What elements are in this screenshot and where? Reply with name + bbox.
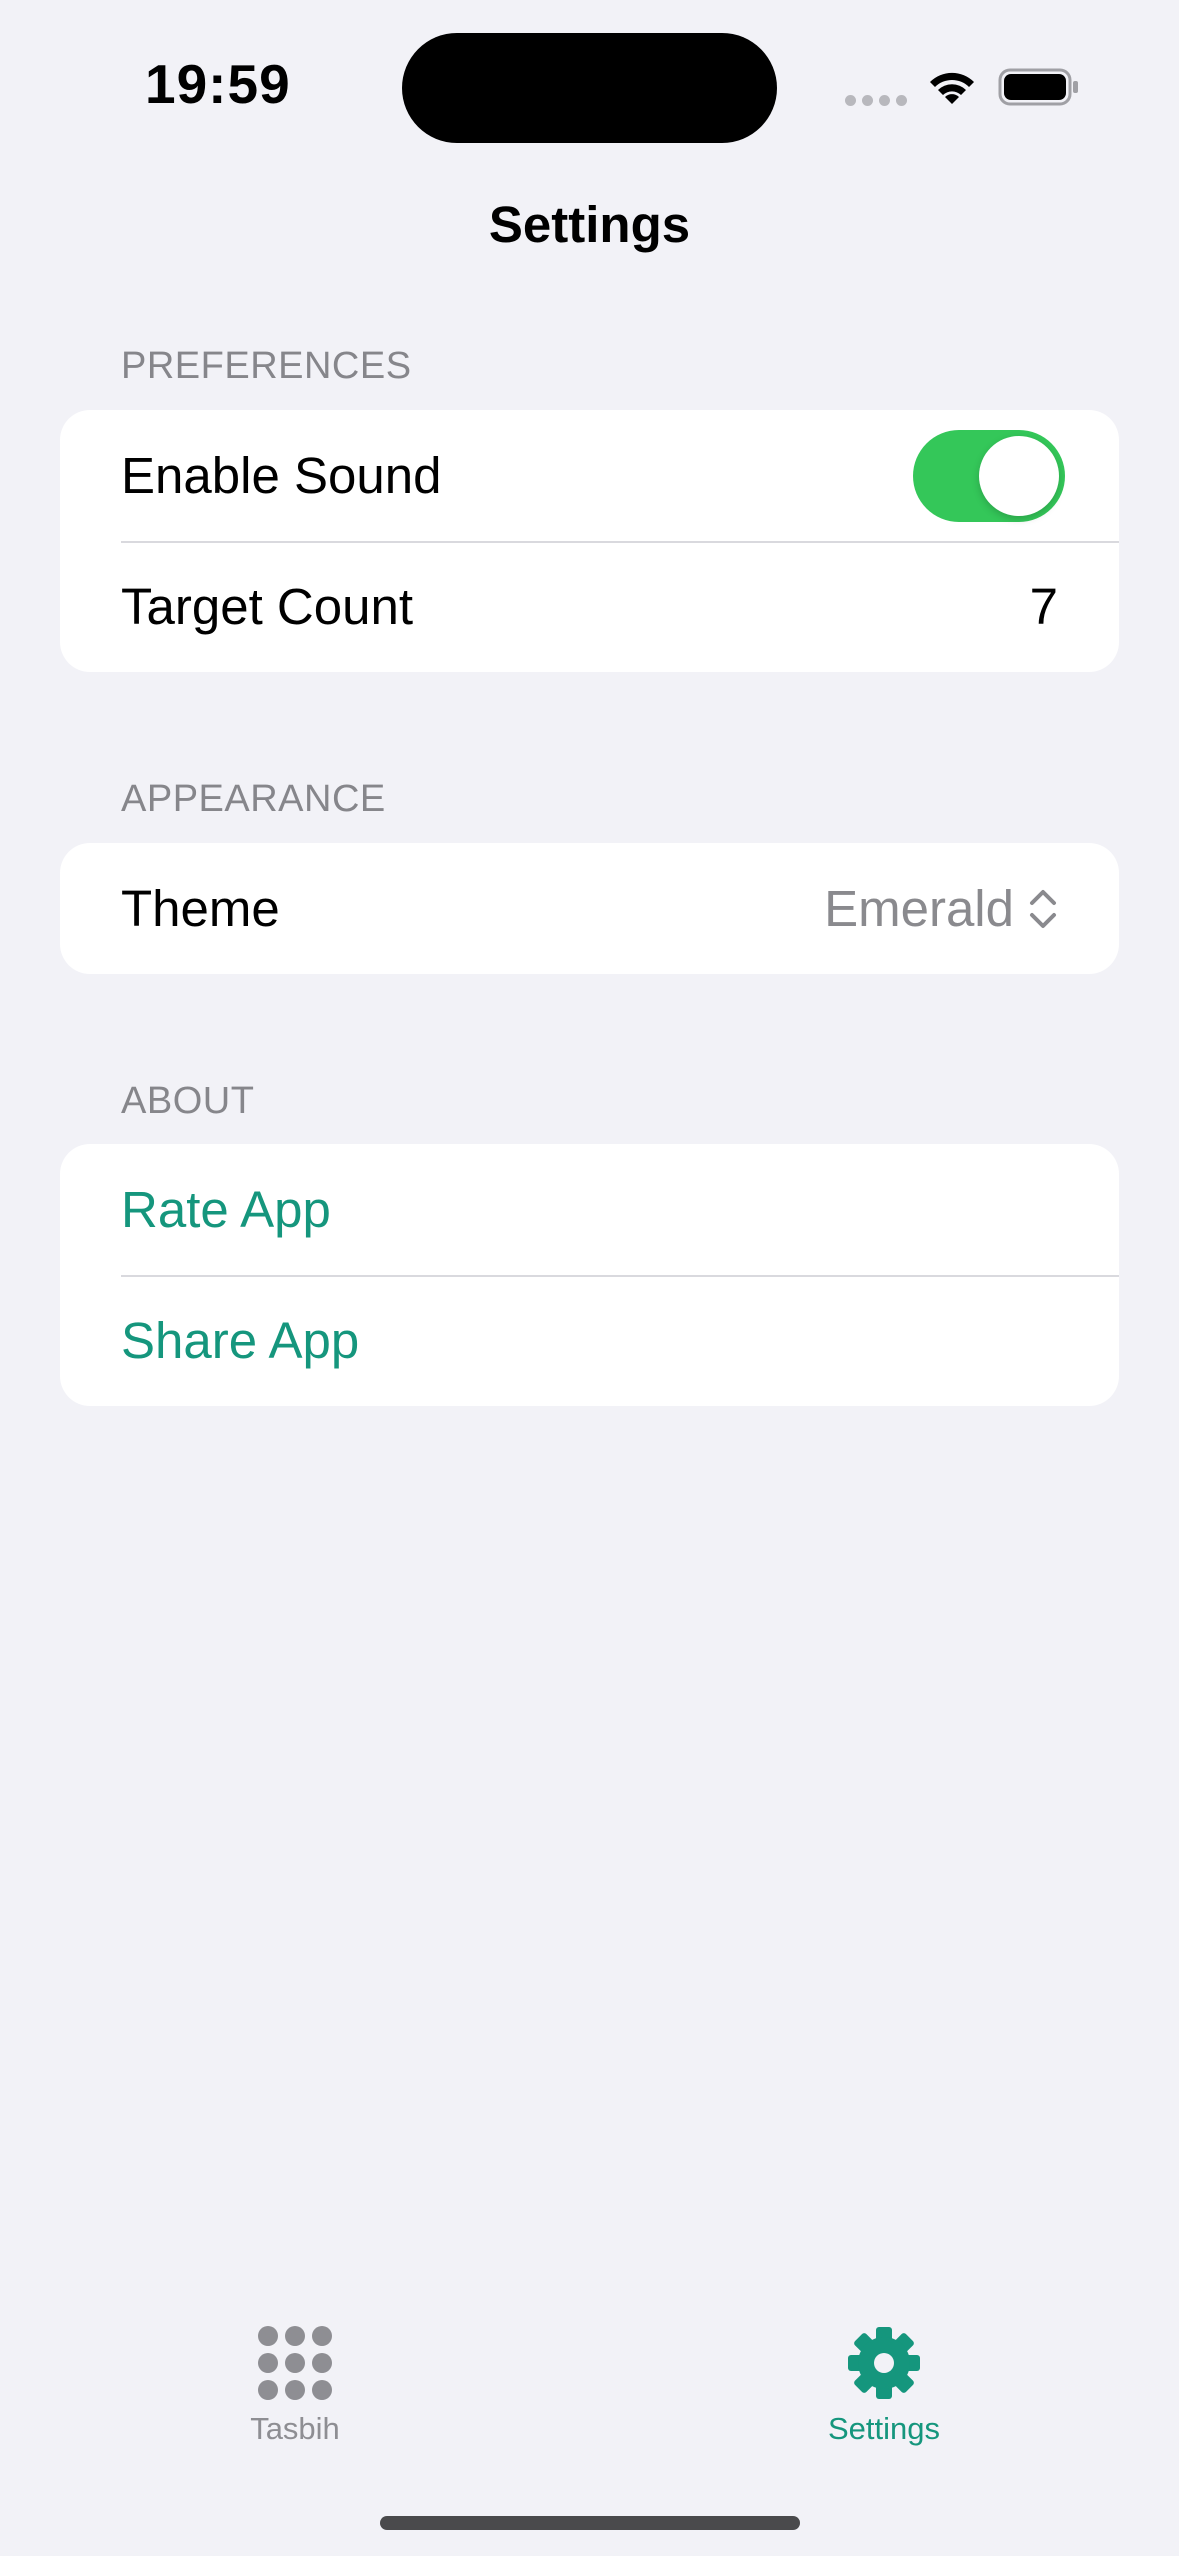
enable-sound-label: Enable Sound [121, 447, 442, 504]
gear-icon [848, 2327, 920, 2399]
about-group: Rate App Share App [60, 1144, 1119, 1406]
rate-app-row[interactable]: Rate App [60, 1144, 1119, 1275]
status-bar: 19:59 [0, 0, 1179, 170]
battery-icon [998, 68, 1078, 106]
wifi-icon [930, 72, 974, 104]
enable-sound-toggle[interactable] [913, 429, 1065, 522]
tab-tasbih[interactable]: Tasbih [165, 2325, 425, 2447]
dynamic-island [402, 33, 777, 143]
theme-row[interactable]: Theme Emerald [60, 843, 1119, 974]
enable-sound-row: Enable Sound [60, 410, 1119, 541]
tab-tasbih-label: Tasbih [250, 2411, 340, 2446]
toggle-knob [979, 435, 1059, 516]
appearance-group: Theme Emerald [60, 843, 1119, 974]
chevron-up-down-icon [1030, 889, 1056, 928]
tab-settings-label: Settings [827, 2411, 940, 2446]
status-time: 19:59 [145, 53, 291, 115]
section-header-appearance: APPEARANCE [121, 778, 386, 820]
home-indicator[interactable] [380, 2516, 800, 2530]
theme-value: Emerald [824, 880, 1014, 937]
page-title: Settings [488, 196, 691, 253]
rate-app-button[interactable]: Rate App [121, 1180, 1058, 1239]
share-app-row[interactable]: Share App [60, 1275, 1119, 1406]
cellular-signal-icon [845, 95, 907, 106]
theme-label: Theme [121, 880, 280, 937]
preferences-group: Enable Sound Target Count 7 [60, 410, 1119, 672]
theme-picker[interactable]: Emerald [824, 879, 1058, 938]
target-count-value: 7 [1029, 578, 1058, 635]
target-count-label: Target Count [121, 578, 414, 635]
grid-dots-icon [258, 2326, 332, 2400]
section-header-preferences: PREFERENCES [121, 345, 412, 387]
tab-settings[interactable]: Settings [754, 2325, 1014, 2447]
share-app-button[interactable]: Share App [121, 1311, 1058, 1370]
section-header-about: ABOUT [121, 1080, 255, 1122]
target-count-row[interactable]: Target Count 7 [60, 541, 1119, 672]
